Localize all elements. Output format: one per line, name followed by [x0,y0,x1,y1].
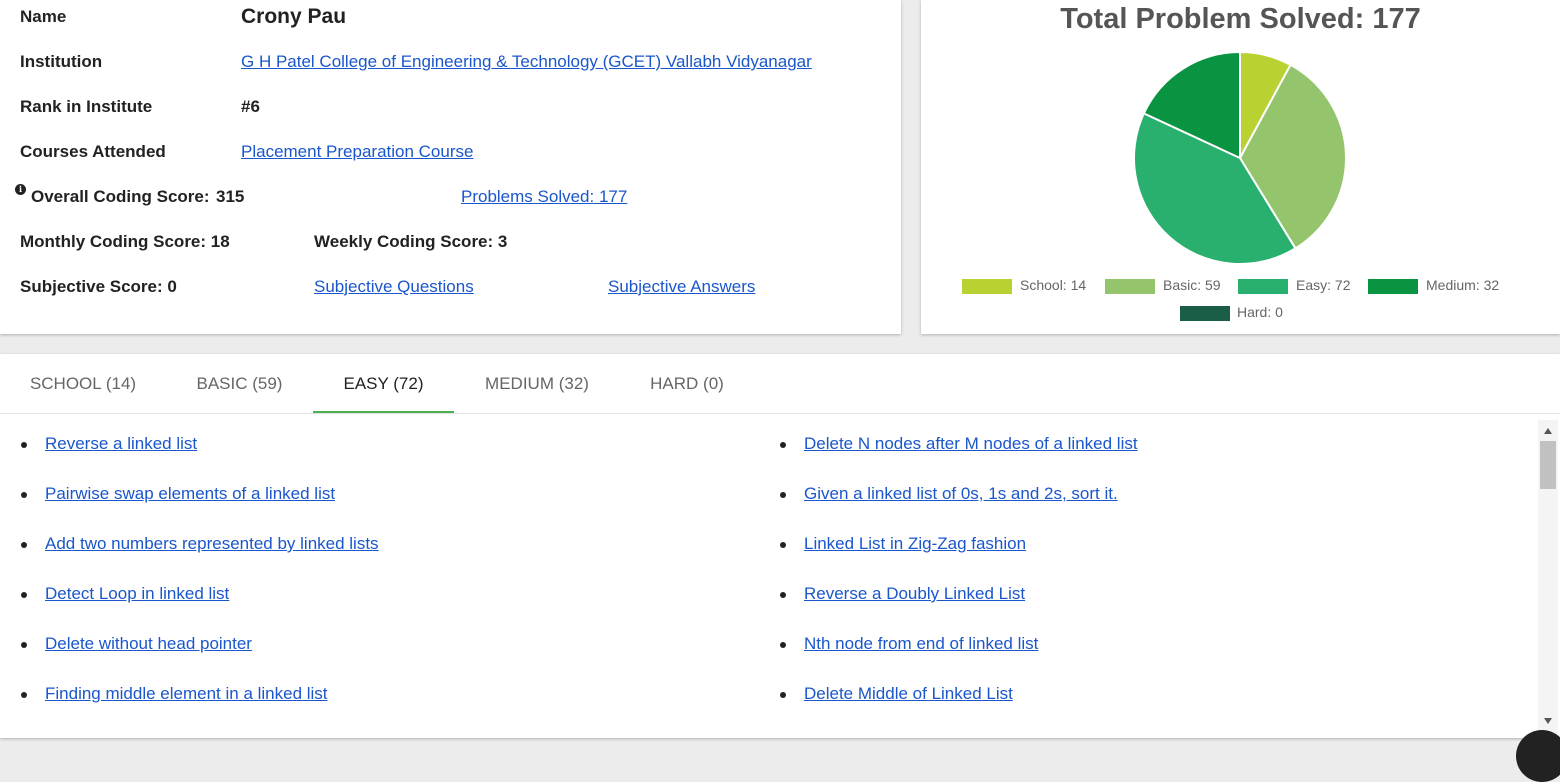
problem-link[interactable]: Reverse a Doubly Linked List [804,584,1025,604]
weekly-score: Weekly Coding Score: 3 [314,232,508,251]
scroll-down-arrow-icon[interactable] [1544,718,1552,724]
tab-divider [0,413,1560,414]
legend-label-easy[interactable]: Easy: 72 [1296,277,1350,293]
subjective-answers-link[interactable]: Subjective Answers [608,277,755,297]
tab-hard[interactable]: HARD (0) [620,354,754,413]
problem-link[interactable]: Finding middle element in a linked list [45,684,328,704]
problem-link[interactable]: Reverse a linked list [45,434,197,454]
bullet-icon [21,492,27,498]
subjective-score: Subjective Score: 0 [20,277,177,296]
tab-basic[interactable]: BASIC (59) [166,354,313,413]
overall-score-value: 315 [216,187,245,206]
info-icon[interactable]: i [15,184,26,195]
problem-link[interactable]: Delete without head pointer [45,634,252,654]
bullet-icon [780,542,786,548]
legend-label-basic[interactable]: Basic: 59 [1163,277,1221,293]
profile-card: Name Crony Pau Institution G H Patel Col… [0,0,901,334]
scroll-up-arrow-icon[interactable] [1544,428,1552,434]
legend-swatch-school[interactable] [962,279,1012,294]
bullet-icon [780,692,786,698]
rank-label: Rank in Institute [20,97,153,116]
problem-link[interactable]: Pairwise swap elements of a linked list [45,484,335,504]
chart-card: Total Problem Solved: 177 School: 14 Basi… [921,0,1560,334]
subjective-questions-link[interactable]: Subjective Questions [314,277,474,297]
problem-link[interactable]: Linked List in Zig-Zag fashion [804,534,1026,554]
problem-link[interactable]: Delete N nodes after M nodes of a linked… [804,434,1138,454]
scrollbar[interactable] [1538,420,1558,738]
courses-label: Courses Attended [20,142,166,161]
bullet-icon [780,492,786,498]
monthly-score: Monthly Coding Score: 18 [20,232,230,251]
bullet-icon [780,642,786,648]
tab-school[interactable]: SCHOOL (14) [0,354,166,413]
problem-link[interactable]: Add two numbers represented by linked li… [45,534,379,554]
bullet-icon [21,642,27,648]
problem-link[interactable]: Nth node from end of linked list [804,634,1038,654]
institution-link[interactable]: G H Patel College of Engineering & Techn… [241,52,812,72]
legend-swatch-medium[interactable] [1368,279,1418,294]
legend-label-medium[interactable]: Medium: 32 [1426,277,1499,293]
tab-medium[interactable]: MEDIUM (32) [454,354,620,413]
problem-link[interactable]: Delete Middle of Linked List [804,684,1013,704]
institution-label: Institution [20,52,103,71]
legend-label-hard[interactable]: Hard: 0 [1237,304,1283,320]
tab-easy[interactable]: EASY (72) [313,354,454,413]
scroll-thumb[interactable] [1540,441,1556,489]
bullet-icon [21,592,27,598]
legend-swatch-hard[interactable] [1180,306,1230,321]
problem-link[interactable]: Given a linked list of 0s, 1s and 2s, so… [804,484,1118,504]
bullet-icon [780,592,786,598]
bullet-icon [21,442,27,448]
legend-swatch-easy[interactable] [1238,279,1288,294]
problems-solved-link[interactable]: Problems Solved: 177 [461,187,627,207]
rank-value: #6 [241,97,260,116]
name-value: Crony Pau [241,5,347,28]
problem-link[interactable]: Detect Loop in linked list [45,584,229,604]
bullet-icon [21,542,27,548]
legend-label-school[interactable]: School: 14 [1020,277,1086,293]
problems-card: SCHOOL (14) BASIC (59) EASY (72) MEDIUM (32… [0,354,1560,738]
bullet-icon [21,692,27,698]
legend-swatch-basic[interactable] [1105,279,1155,294]
bullet-icon [780,442,786,448]
overall-score-label: Overall Coding Score: [31,187,210,206]
name-label: Name [20,7,67,26]
course-link[interactable]: Placement Preparation Course [241,142,473,162]
